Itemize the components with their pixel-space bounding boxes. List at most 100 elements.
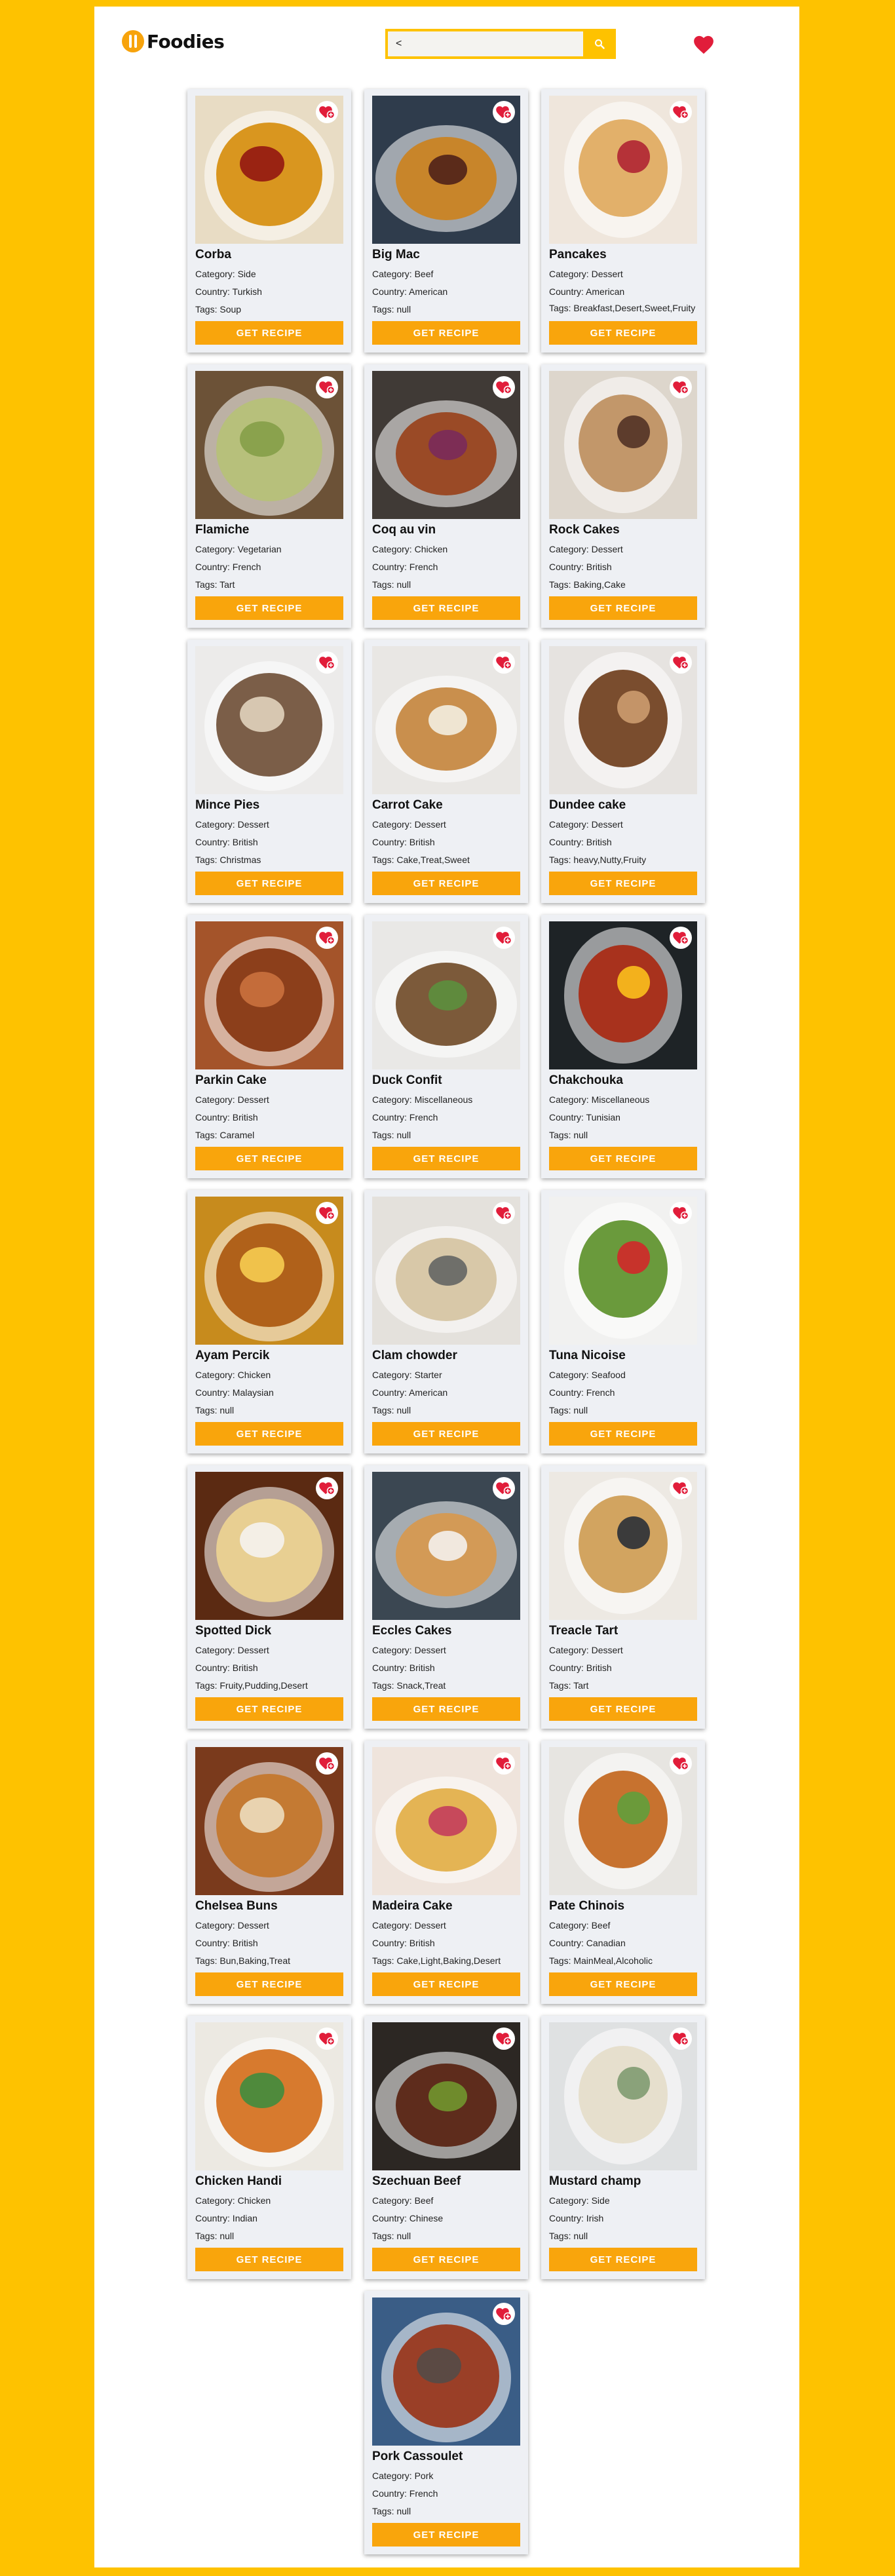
recipe-image[interactable] [372, 371, 520, 519]
add-favorite-button[interactable] [493, 2303, 515, 2325]
add-favorite-button[interactable] [316, 1202, 338, 1224]
recipe-image[interactable] [372, 1747, 520, 1895]
get-recipe-button[interactable]: GET RECIPE [195, 1422, 343, 1446]
recipe-country: Country: French [372, 2488, 438, 2499]
add-favorite-button[interactable] [670, 927, 692, 949]
recipe-image[interactable] [549, 2022, 697, 2170]
recipe-category: Category: Side [195, 269, 256, 279]
get-recipe-button[interactable]: GET RECIPE [372, 872, 520, 895]
recipe-image[interactable] [549, 1197, 697, 1345]
get-recipe-button[interactable]: GET RECIPE [195, 1697, 343, 1721]
recipe-country: Country: Malaysian [195, 1387, 274, 1398]
header: Foodies [94, 7, 799, 83]
get-recipe-button[interactable]: GET RECIPE [549, 321, 697, 345]
recipe-title: Rock Cakes [549, 523, 620, 537]
search-button[interactable] [583, 29, 616, 59]
search-icon [595, 39, 605, 49]
recipe-image[interactable] [549, 371, 697, 519]
add-favorite-button[interactable] [316, 1477, 338, 1499]
get-recipe-button[interactable]: GET RECIPE [372, 1972, 520, 1996]
get-recipe-button[interactable]: GET RECIPE [549, 1972, 697, 1996]
get-recipe-button[interactable]: GET RECIPE [195, 1972, 343, 1996]
get-recipe-button[interactable]: GET RECIPE [372, 2523, 520, 2547]
recipe-country: Country: Irish [549, 2213, 604, 2223]
add-favorite-button[interactable] [493, 101, 515, 123]
add-favorite-button[interactable] [493, 2028, 515, 2050]
add-favorite-button[interactable] [493, 1202, 515, 1224]
recipe-image[interactable] [372, 2297, 520, 2446]
get-recipe-button[interactable]: GET RECIPE [372, 1422, 520, 1446]
add-favorite-button[interactable] [316, 2028, 338, 2050]
add-favorite-button[interactable] [316, 651, 338, 674]
heart-plus-icon [673, 2033, 689, 2046]
add-favorite-button[interactable] [493, 1752, 515, 1775]
recipe-image[interactable] [549, 1747, 697, 1895]
add-favorite-button[interactable] [493, 927, 515, 949]
recipe-image[interactable] [195, 921, 343, 1069]
recipe-image[interactable] [195, 1197, 343, 1345]
get-recipe-button[interactable]: GET RECIPE [549, 596, 697, 620]
get-recipe-button[interactable]: GET RECIPE [195, 321, 343, 345]
recipe-image[interactable] [549, 96, 697, 244]
recipe-image[interactable] [372, 1197, 520, 1345]
get-recipe-button[interactable]: GET RECIPE [372, 596, 520, 620]
recipe-image[interactable] [549, 921, 697, 1069]
search-bar [385, 29, 616, 59]
add-favorite-button[interactable] [670, 1477, 692, 1499]
recipe-title: Szechuan Beef [372, 2174, 461, 2188]
get-recipe-button[interactable]: GET RECIPE [372, 1147, 520, 1170]
add-favorite-button[interactable] [493, 376, 515, 398]
recipe-card: Clam chowder Category: Starter Country: … [364, 1190, 528, 1453]
add-favorite-button[interactable] [316, 1752, 338, 1775]
recipe-tags: Tags: Cake,Treat,Sweet [372, 855, 470, 865]
recipe-image[interactable] [372, 921, 520, 1069]
get-recipe-button[interactable]: GET RECIPE [549, 1147, 697, 1170]
recipe-image[interactable] [372, 1472, 520, 1620]
add-favorite-button[interactable] [493, 651, 515, 674]
recipe-title: Ayam Percik [195, 1349, 270, 1362]
recipe-image[interactable] [372, 646, 520, 794]
get-recipe-button[interactable]: GET RECIPE [549, 2248, 697, 2271]
add-favorite-button[interactable] [670, 1752, 692, 1775]
get-recipe-button[interactable]: GET RECIPE [372, 2248, 520, 2271]
recipe-country: Country: Tunisian [549, 1112, 620, 1123]
recipe-title: Pork Cassoulet [372, 2450, 463, 2463]
add-favorite-button[interactable] [493, 1477, 515, 1499]
get-recipe-button[interactable]: GET RECIPE [195, 1147, 343, 1170]
add-favorite-button[interactable] [316, 927, 338, 949]
recipe-image[interactable] [549, 1472, 697, 1620]
add-favorite-button[interactable] [670, 651, 692, 674]
recipe-image[interactable] [195, 1472, 343, 1620]
recipe-image[interactable] [372, 96, 520, 244]
recipe-image[interactable] [372, 2022, 520, 2170]
recipe-image[interactable] [195, 371, 343, 519]
favorites-button[interactable] [693, 34, 715, 55]
recipe-image[interactable] [195, 646, 343, 794]
get-recipe-button[interactable]: GET RECIPE [195, 596, 343, 620]
recipe-category: Category: Dessert [372, 1645, 446, 1655]
recipe-card: Parkin Cake Category: Dessert Country: B… [187, 915, 351, 1178]
recipe-card: Pate Chinois Category: Beef Country: Can… [541, 1740, 705, 2004]
get-recipe-button[interactable]: GET RECIPE [195, 2248, 343, 2271]
recipe-image[interactable] [195, 96, 343, 244]
search-input[interactable] [385, 29, 583, 59]
get-recipe-button[interactable]: GET RECIPE [195, 872, 343, 895]
add-favorite-button[interactable] [316, 101, 338, 123]
recipe-card: Pancakes Category: Dessert Country: Amer… [541, 89, 705, 353]
add-favorite-button[interactable] [670, 101, 692, 123]
add-favorite-button[interactable] [316, 376, 338, 398]
add-favorite-button[interactable] [670, 2028, 692, 2050]
recipe-image[interactable] [195, 1747, 343, 1895]
add-favorite-button[interactable] [670, 1202, 692, 1224]
get-recipe-button[interactable]: GET RECIPE [549, 872, 697, 895]
recipe-image[interactable] [549, 646, 697, 794]
add-favorite-button[interactable] [670, 376, 692, 398]
recipe-card: Szechuan Beef Category: Beef Country: Ch… [364, 2016, 528, 2279]
get-recipe-button[interactable]: GET RECIPE [372, 1697, 520, 1721]
recipe-card: Tuna Nicoise Category: Seafood Country: … [541, 1190, 705, 1453]
recipe-image[interactable] [195, 2022, 343, 2170]
logo[interactable]: Foodies [122, 30, 225, 52]
get-recipe-button[interactable]: GET RECIPE [549, 1422, 697, 1446]
get-recipe-button[interactable]: GET RECIPE [549, 1697, 697, 1721]
get-recipe-button[interactable]: GET RECIPE [372, 321, 520, 345]
